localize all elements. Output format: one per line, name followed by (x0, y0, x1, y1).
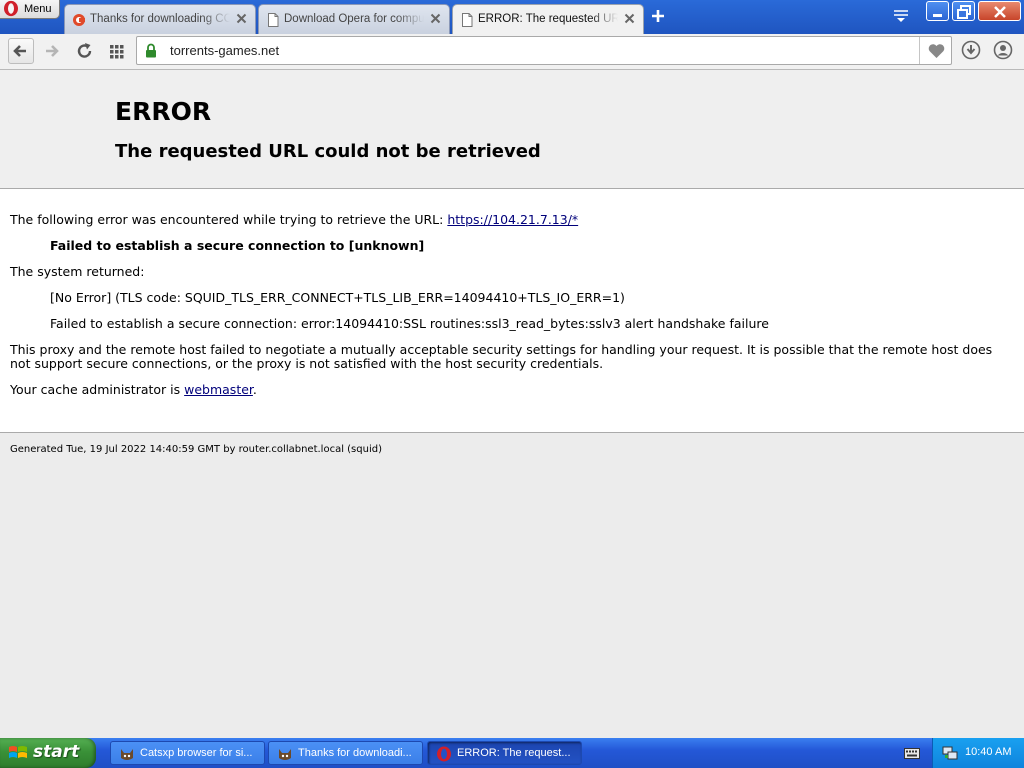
system-returned-label: The system returned: (10, 264, 145, 279)
intro-text: The following error was encountered whil… (10, 212, 448, 227)
page-icon (462, 13, 473, 27)
page-icon (268, 13, 279, 27)
new-tab-icon[interactable] (650, 8, 666, 24)
explanation-line-1: This proxy and the remote host failed to… (10, 342, 993, 357)
start-label: start (33, 742, 80, 762)
opera-logo-icon (4, 0, 18, 17)
reload-icon (77, 43, 92, 58)
address-bar[interactable]: torrents-games.net (136, 36, 952, 65)
requested-url-link[interactable]: https://104.21.7.13/* (447, 212, 578, 227)
taskbar-item-title: ERROR: The request... (457, 747, 571, 759)
windows-logo-icon (9, 746, 27, 758)
ccleaner-icon (73, 14, 85, 26)
heart-icon (928, 44, 945, 58)
close-tab-icon[interactable] (430, 13, 441, 24)
taskbar-item-opera-error[interactable]: ERROR: The request... (427, 741, 582, 765)
ssl-detail: Failed to establish a secure connection:… (50, 316, 769, 331)
downloads-icon[interactable] (961, 40, 981, 60)
forward-arrow-icon (46, 45, 59, 57)
error-header: ERROR The requested URL could not be ret… (0, 70, 1024, 189)
webmaster-link[interactable]: webmaster (184, 382, 253, 397)
minimize-button[interactable] (926, 1, 949, 21)
tab-title: ERROR: The requested URL could not be re… (478, 13, 618, 25)
tab-error-page[interactable]: ERROR: The requested URL could not be re… (452, 4, 644, 35)
opera-icon (437, 746, 451, 762)
url-text[interactable]: torrents-games.net (170, 43, 279, 58)
close-window-button[interactable] (978, 1, 1021, 21)
clock[interactable]: 10:40 AM (965, 746, 1011, 758)
lock-icon[interactable] (145, 43, 157, 58)
forward-button[interactable] (40, 38, 66, 64)
tls-code: [No Error] (TLS code: SQUID_TLS_ERR_CONN… (50, 290, 625, 305)
reload-button[interactable] (72, 38, 98, 64)
navigation-toolbar: torrents-games.net (0, 34, 1024, 70)
close-icon (994, 6, 1006, 18)
catsxp-icon (279, 749, 291, 760)
account-icon[interactable] (993, 40, 1013, 60)
opera-menu-button[interactable]: Menu (0, 0, 60, 19)
intro-paragraph: The following error was encountered whil… (10, 213, 578, 227)
page-viewport: ERROR The requested URL could not be ret… (0, 70, 1024, 738)
tab-download-opera[interactable]: Download Opera for computers (258, 4, 450, 34)
close-tab-icon[interactable] (236, 13, 247, 24)
taskbar-item-title: Catsxp browser for si... (140, 747, 253, 759)
admin-paragraph: Your cache administrator is webmaster. (10, 383, 257, 397)
error-heading: ERROR (115, 97, 212, 126)
error-content: The following error was encountered whil… (0, 189, 1024, 433)
error-subheading: The requested URL could not be retrieved (115, 141, 541, 162)
restore-icon (957, 5, 971, 19)
tab-ccleaner[interactable]: Thanks for downloading CCleaner (64, 4, 256, 34)
keyboard-icon[interactable] (904, 747, 920, 759)
menu-label: Menu (24, 3, 52, 15)
catsxp-icon (121, 749, 133, 760)
explanation-line-2: not support secure connections, or the p… (10, 356, 604, 371)
back-arrow-icon (13, 45, 26, 57)
taskbar-item-title: Thanks for downloadi... (298, 747, 412, 759)
tab-title: Thanks for downloading CCleaner (90, 13, 230, 25)
bookmark-button[interactable] (919, 37, 952, 64)
tab-menu-icon[interactable] (893, 9, 909, 23)
error-message: Failed to establish a secure connection … (50, 238, 425, 253)
admin-prefix: Your cache administrator is (10, 382, 185, 397)
back-button[interactable] (8, 38, 34, 64)
taskbar: start Catsxp browser for si... Thanks fo… (0, 738, 1024, 768)
taskbar-item-thanks[interactable]: Thanks for downloadi... (268, 741, 423, 765)
minimize-icon (933, 14, 942, 17)
tab-strip: Menu Thanks for downloading CCleaner Dow… (0, 0, 1024, 35)
tab-title: Download Opera for computers (284, 13, 424, 25)
system-tray: 10:40 AM (932, 738, 1024, 768)
network-icon[interactable] (942, 745, 958, 761)
squid-footer: Generated Tue, 19 Jul 2022 14:40:59 GMT … (10, 444, 382, 455)
taskbar-item-catsxp[interactable]: Catsxp browser for si... (110, 741, 265, 765)
close-tab-icon[interactable] (624, 13, 635, 24)
restore-button[interactable] (952, 1, 975, 21)
start-button[interactable]: start (0, 738, 96, 768)
grid-icon (110, 45, 124, 59)
admin-suffix: . (252, 382, 257, 397)
speed-dial-button[interactable] (104, 38, 130, 64)
